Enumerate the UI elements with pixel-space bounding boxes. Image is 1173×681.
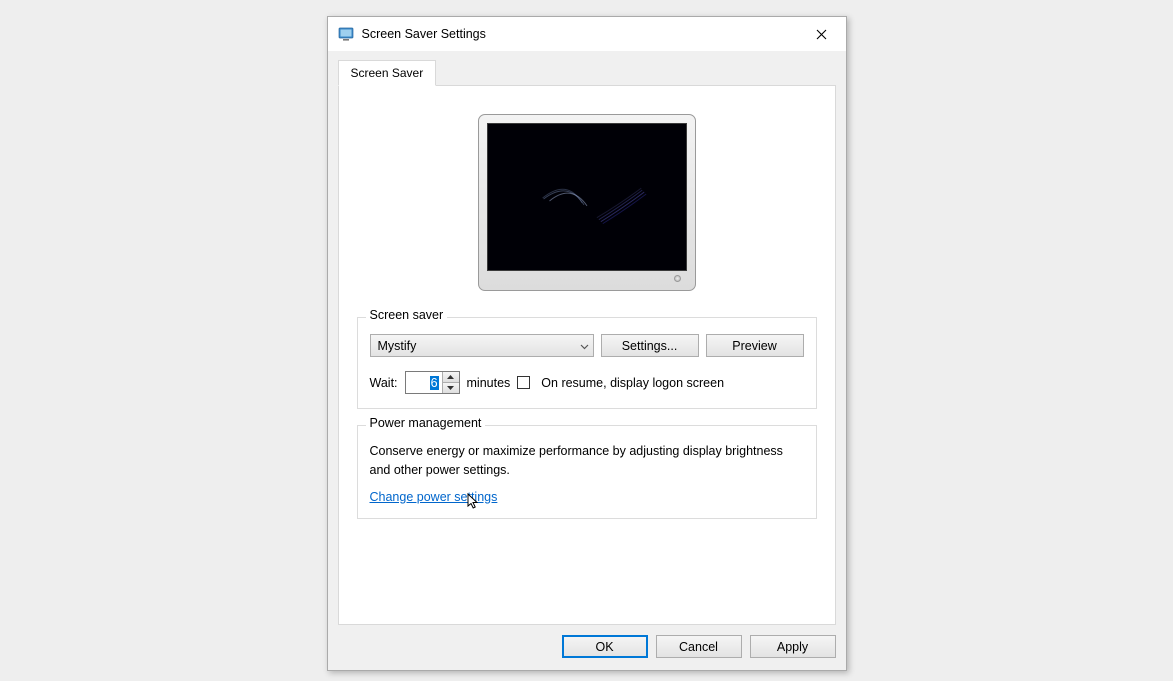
apply-button[interactable]: Apply <box>750 635 836 658</box>
minutes-label: minutes <box>467 376 511 390</box>
monitor-preview <box>357 114 817 293</box>
wait-spin-up[interactable] <box>443 372 459 383</box>
resume-label: On resume, display logon screen <box>541 376 724 390</box>
wait-value: 6 <box>430 376 439 390</box>
screensaver-preview-screen <box>487 123 687 271</box>
wait-spinner[interactable]: 6 <box>405 371 460 394</box>
wait-spin-down[interactable] <box>443 383 459 393</box>
titlebar: Screen Saver Settings <box>328 17 846 51</box>
tab-screen-saver[interactable]: Screen Saver <box>338 60 437 86</box>
resume-checkbox[interactable] <box>517 376 530 389</box>
chevron-down-icon <box>580 339 589 353</box>
dialog-title: Screen Saver Settings <box>362 27 800 41</box>
screen-saver-settings-dialog: Screen Saver Settings Screen Saver <box>327 16 847 671</box>
close-icon <box>816 29 827 40</box>
power-legend: Power management <box>366 416 486 430</box>
screensaver-group: Screen saver Mystify Settings... Preview… <box>357 317 817 409</box>
tab-strip: Screen Saver <box>338 60 836 85</box>
cancel-button[interactable]: Cancel <box>656 635 742 658</box>
dialog-buttons: OK Cancel Apply <box>338 635 836 658</box>
screensaver-legend: Screen saver <box>366 308 448 322</box>
preview-button[interactable]: Preview <box>706 334 804 357</box>
wait-value-field[interactable]: 6 <box>406 372 442 393</box>
tab-panel: Screen saver Mystify Settings... Preview… <box>338 85 836 625</box>
wait-label: Wait: <box>370 376 398 390</box>
power-description: Conserve energy or maximize performance … <box>370 442 804 480</box>
client-area: Screen Saver <box>328 51 846 670</box>
screensaver-select-value: Mystify <box>378 339 417 353</box>
settings-button[interactable]: Settings... <box>601 334 699 357</box>
tab-label: Screen Saver <box>351 66 424 80</box>
screensaver-select[interactable]: Mystify <box>370 334 594 357</box>
change-power-settings-link[interactable]: Change power settings <box>370 490 498 504</box>
close-button[interactable] <box>800 19 844 49</box>
power-management-group: Power management Conserve energy or maxi… <box>357 425 817 519</box>
ok-button[interactable]: OK <box>562 635 648 658</box>
app-icon <box>338 26 354 42</box>
triangle-down-icon <box>447 386 454 390</box>
triangle-up-icon <box>447 375 454 379</box>
